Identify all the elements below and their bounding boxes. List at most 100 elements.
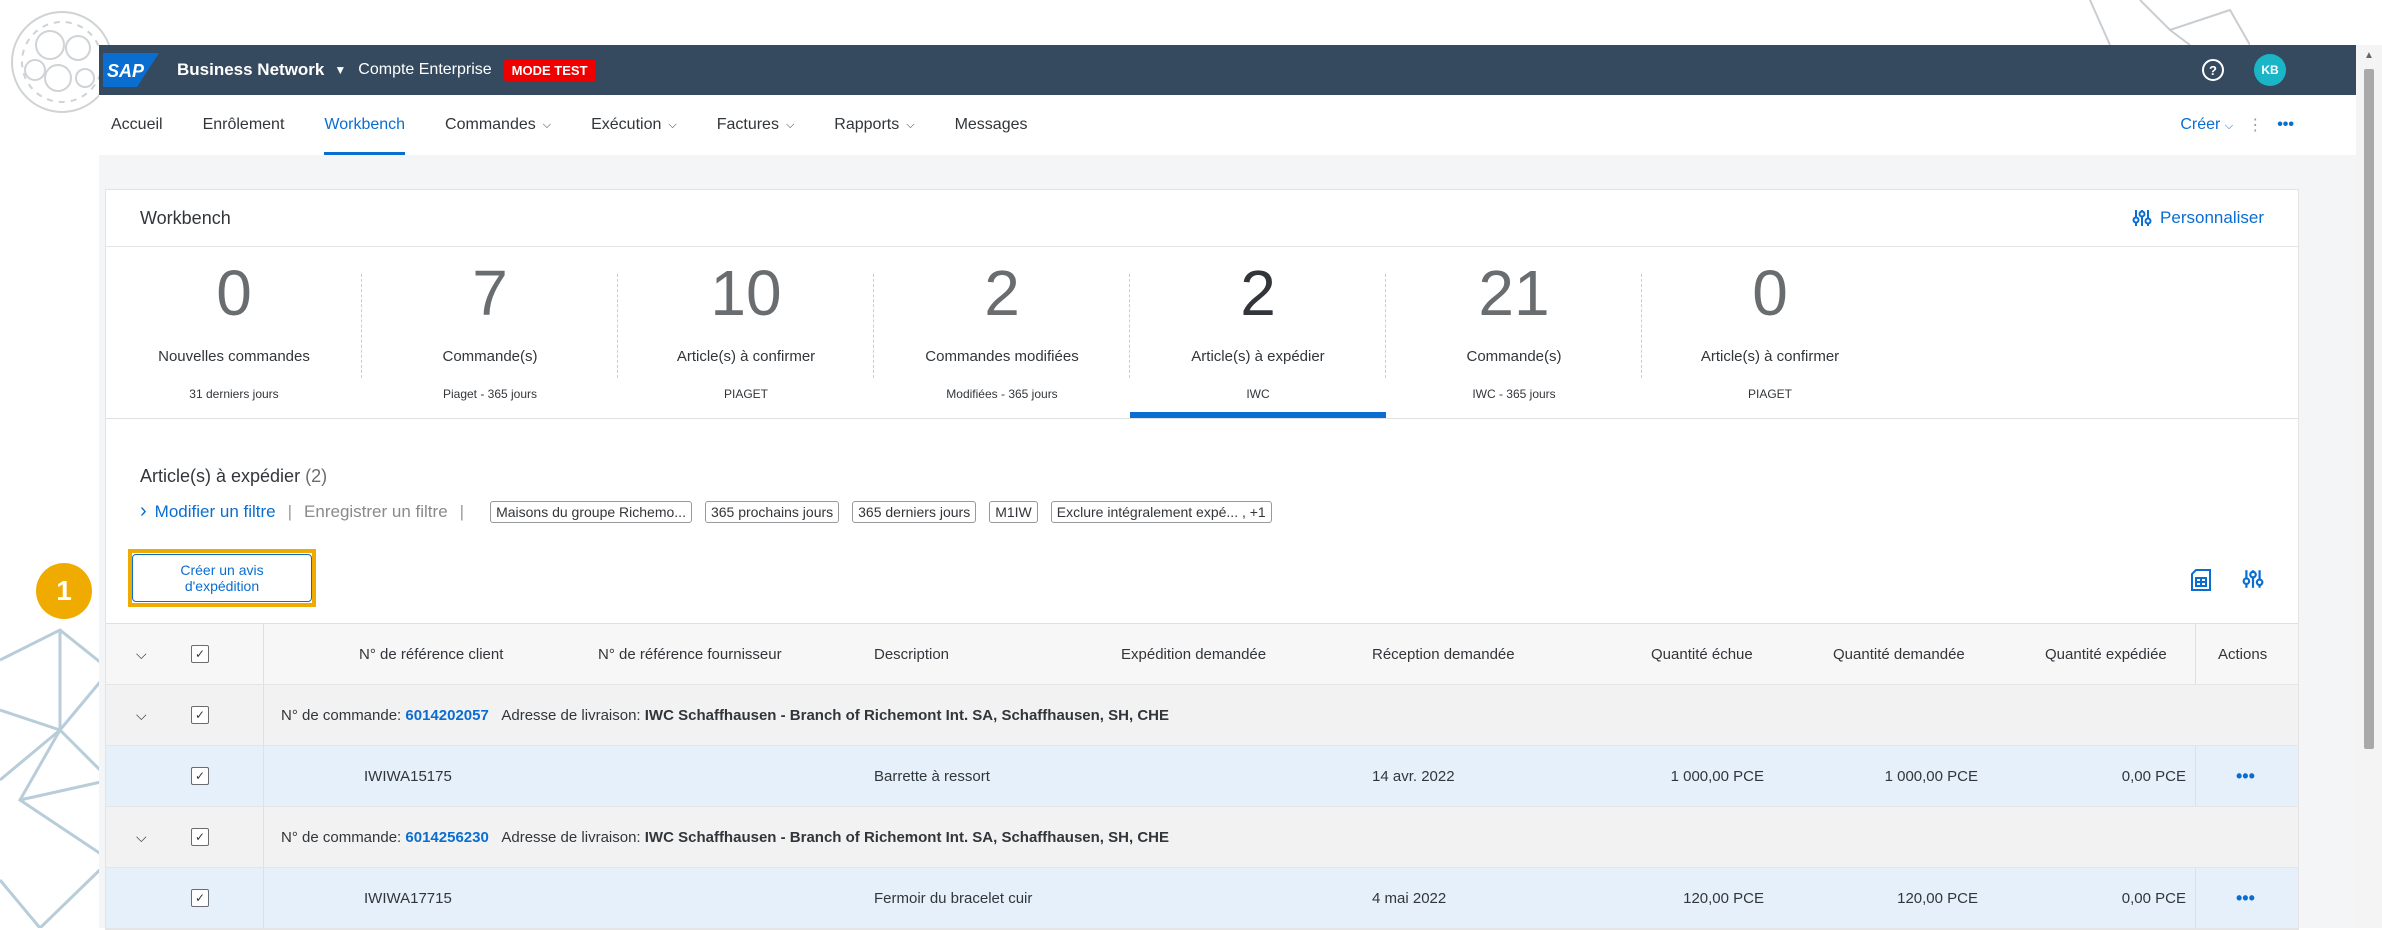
- cell-receive-requested: 14 avr. 2022: [1372, 767, 1455, 785]
- tile-sublabel: Piaget - 365 jours: [442, 387, 538, 401]
- tile-commandes-iwc[interactable]: 21 Commande(s) IWC - 365 jours: [1386, 246, 1642, 418]
- tile-sublabel: IWC - 365 jours: [1472, 387, 1556, 401]
- filter-chip[interactable]: M1IW: [989, 500, 1038, 523]
- filter-chip[interactable]: 365 prochains jours: [704, 500, 840, 523]
- create-label: Créer: [2180, 116, 2221, 133]
- tile-sublabel: PIAGET: [1747, 387, 1792, 401]
- group-checkbox[interactable]: ✓: [191, 685, 209, 745]
- nav-item-commandes[interactable]: Commandes ⌵: [445, 95, 551, 155]
- select-all-checkbox[interactable]: ✓: [191, 624, 209, 684]
- divider: |: [459, 501, 465, 521]
- overflow-menu-icon[interactable]: •••: [2277, 116, 2294, 134]
- group-checkbox[interactable]: ✓: [191, 807, 209, 867]
- tile-label: Article(s) à expédier: [1191, 348, 1325, 365]
- tile-commandes-modifiees[interactable]: 2 Commandes modifiées Modifiées - 365 jo…: [874, 246, 1130, 418]
- col-qty-requested[interactable]: Quantité demandée: [1833, 624, 1965, 684]
- tile-label: Commande(s): [442, 348, 538, 365]
- save-filter-link[interactable]: Enregistrer un filtre: [304, 502, 448, 522]
- product-name[interactable]: Business Network: [177, 60, 324, 80]
- nav-label: Accueil: [111, 116, 163, 133]
- personalize-label: Personnaliser: [2160, 208, 2264, 227]
- modify-filter-link[interactable]: › Modifier un filtre: [140, 500, 276, 523]
- cell-qty-due: 1 000,00 PCE: [1670, 767, 1764, 785]
- scrollbar-thumb[interactable]: [2364, 69, 2374, 749]
- col-receive-requested[interactable]: Réception demandée: [1372, 624, 1515, 684]
- network-decoration-right: [2089, 0, 2250, 45]
- chevron-down-icon: ⌵: [542, 118, 552, 131]
- cell-qty-requested: 120,00 PCE: [1897, 889, 1978, 907]
- tile-nouvelles-commandes[interactable]: 0 Nouvelles commandes 31 derniers jours: [106, 246, 362, 418]
- scroll-up-icon[interactable]: ▲: [2364, 50, 2374, 61]
- chevron-down-icon[interactable]: ▼: [334, 63, 346, 77]
- nav-item-factures[interactable]: Factures ⌵: [717, 95, 795, 155]
- nav-item-execution[interactable]: Exécution ⌵: [591, 95, 677, 155]
- step-number-badge: 1: [36, 563, 92, 619]
- nav-item-messages[interactable]: Messages: [955, 95, 1028, 155]
- address-value: IWC Schaffhausen - Branch of Richemont I…: [644, 828, 1169, 846]
- filter-chip[interactable]: 365 derniers jours: [852, 500, 977, 523]
- chevron-down-icon: ⌵: [668, 118, 677, 131]
- order-label: N° de commande:: [281, 828, 402, 846]
- tile-label: Commande(s): [1466, 348, 1562, 365]
- row-actions-menu-icon[interactable]: •••: [2236, 868, 2255, 928]
- nav-item-rapports[interactable]: Rapports ⌵: [834, 95, 914, 155]
- nav-item-enrolement[interactable]: Enrôlement: [203, 95, 285, 155]
- cell-receive-requested: 4 mai 2022: [1372, 889, 1447, 907]
- create-menu-button[interactable]: Créer ⌵: [2180, 116, 2233, 134]
- tile-count: 2: [1240, 257, 1276, 329]
- nav-label: Rapports: [834, 116, 900, 133]
- col-client-ref[interactable]: N° de référence client: [359, 624, 503, 684]
- order-info: N° de commande: 6014202057 Adresse de li…: [281, 685, 1169, 745]
- sap-logo[interactable]: SAP: [103, 53, 159, 87]
- table-row[interactable]: ✓ IWIWA17715 Fermoir du bracelet cuir 4 …: [106, 868, 2298, 929]
- tile-count: 2: [984, 257, 1020, 329]
- chevron-down-icon[interactable]: ⌵: [136, 807, 147, 867]
- table-toolbar: [2190, 568, 2264, 592]
- order-number-link[interactable]: 6014202057: [405, 707, 488, 724]
- cell-client-ref: IWIWA17715: [364, 889, 452, 907]
- tile-label: Commandes modifiées: [925, 348, 1079, 365]
- page-scrollbar[interactable]: ▲: [2356, 45, 2382, 928]
- nav-label: Commandes: [445, 116, 536, 133]
- address-label: Adresse de livraison:: [501, 706, 641, 724]
- col-qty-shipped[interactable]: Quantité expédiée: [2045, 624, 2167, 684]
- order-label: N° de commande:: [281, 706, 402, 724]
- tile-articles-a-confirmer-piaget[interactable]: 10 Article(s) à confirmer PIAGET: [618, 246, 874, 418]
- col-ship-requested[interactable]: Expédition demandée: [1121, 624, 1266, 684]
- col-description[interactable]: Description: [874, 624, 949, 684]
- table-row[interactable]: ✓ IWIWA15175 Barrette à ressort 14 avr. …: [106, 746, 2298, 807]
- filter-chip[interactable]: Exclure intégralement expé... , +1: [1050, 500, 1272, 523]
- row-actions-menu-icon[interactable]: •••: [2236, 746, 2255, 806]
- personalize-button[interactable]: Personnaliser: [2132, 208, 2264, 228]
- chevron-down-icon[interactable]: ⌵: [136, 624, 147, 684]
- nav-label: Factures: [716, 116, 779, 133]
- export-icon[interactable]: [2190, 568, 2212, 592]
- nav-label: Workbench: [324, 116, 406, 133]
- tile-commandes-piaget[interactable]: 7 Commande(s) Piaget - 365 jours: [362, 246, 618, 418]
- check-icon: ✓: [191, 645, 209, 663]
- row-checkbox[interactable]: ✓: [191, 868, 209, 928]
- order-number-link[interactable]: 6014256230: [405, 829, 488, 846]
- create-ship-notice-button[interactable]: Créer un avis d'expédition: [132, 554, 312, 602]
- help-icon[interactable]: ?: [2202, 59, 2224, 81]
- nav-label: Enrôlement: [202, 116, 285, 133]
- avatar[interactable]: KB: [2254, 54, 2286, 86]
- table-settings-icon[interactable]: [2242, 568, 2264, 590]
- tile-articles-a-confirmer-piaget-2[interactable]: 0 Article(s) à confirmer PIAGET: [1642, 246, 1898, 418]
- row-checkbox[interactable]: ✓: [191, 746, 209, 806]
- chevron-down-icon[interactable]: ⌵: [136, 685, 147, 745]
- modify-filter-label: Modifier un filtre: [154, 502, 276, 521]
- col-supplier-ref[interactable]: N° de référence fournisseur: [598, 624, 782, 684]
- section-count: (2): [305, 466, 328, 486]
- cell-description: Fermoir du bracelet cuir: [874, 889, 1033, 907]
- tile-articles-a-expedier[interactable]: 2 Article(s) à expédier IWC: [1130, 246, 1386, 418]
- address-label: Adresse de livraison:: [501, 828, 641, 846]
- divider: ⋮: [2247, 117, 2264, 134]
- section-title: Article(s) à expédier (2): [140, 466, 327, 487]
- filter-chip[interactable]: Maisons du groupe Richemo...: [490, 500, 692, 523]
- nav-item-accueil[interactable]: Accueil: [111, 95, 163, 155]
- nav-item-workbench[interactable]: Workbench: [324, 95, 405, 155]
- col-qty-due[interactable]: Quantité échue: [1651, 624, 1753, 684]
- workbench-title: Workbench: [140, 207, 231, 228]
- nav-label: Exécution: [591, 116, 662, 133]
